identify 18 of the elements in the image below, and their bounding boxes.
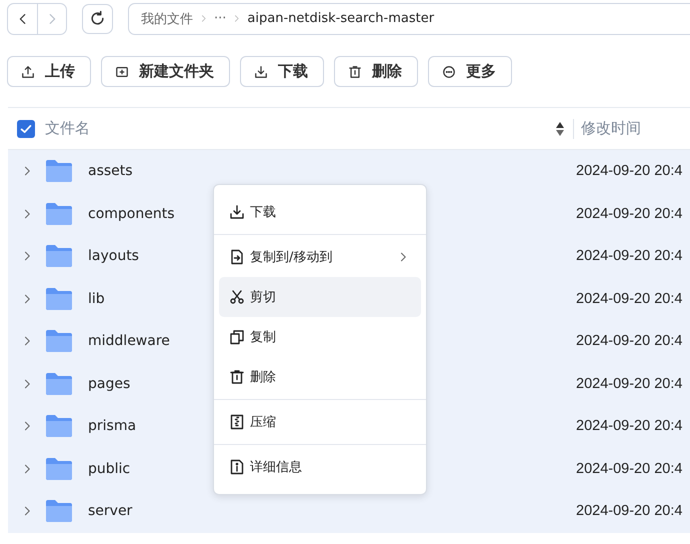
file-name: prisma: [88, 418, 136, 434]
modified-date: 2024-09-20 20:4: [576, 503, 684, 520]
modified-date: 2024-09-20 20:4: [576, 248, 684, 264]
modified-date: 2024-09-20 20:4: [576, 376, 684, 392]
modified-date: 2024-09-20 20:4: [576, 163, 684, 180]
file-name: public: [88, 460, 130, 477]
file-name: pages: [88, 376, 130, 392]
file-name: lib: [88, 290, 105, 307]
file-name: layouts: [88, 248, 139, 264]
modified-date: 2024-09-20 20:4: [576, 290, 684, 307]
modified-date: 2024-09-20 20:4: [576, 206, 684, 222]
modified-date: 2024-09-20 20:4: [576, 418, 684, 434]
file-name: components: [88, 206, 174, 222]
file-name: server: [88, 503, 132, 520]
modified-date: 2024-09-20 20:4: [576, 333, 684, 350]
file-name: assets: [88, 163, 133, 180]
modified-date: 2024-09-20 20:4: [576, 460, 684, 477]
file-name: middleware: [88, 333, 170, 350]
